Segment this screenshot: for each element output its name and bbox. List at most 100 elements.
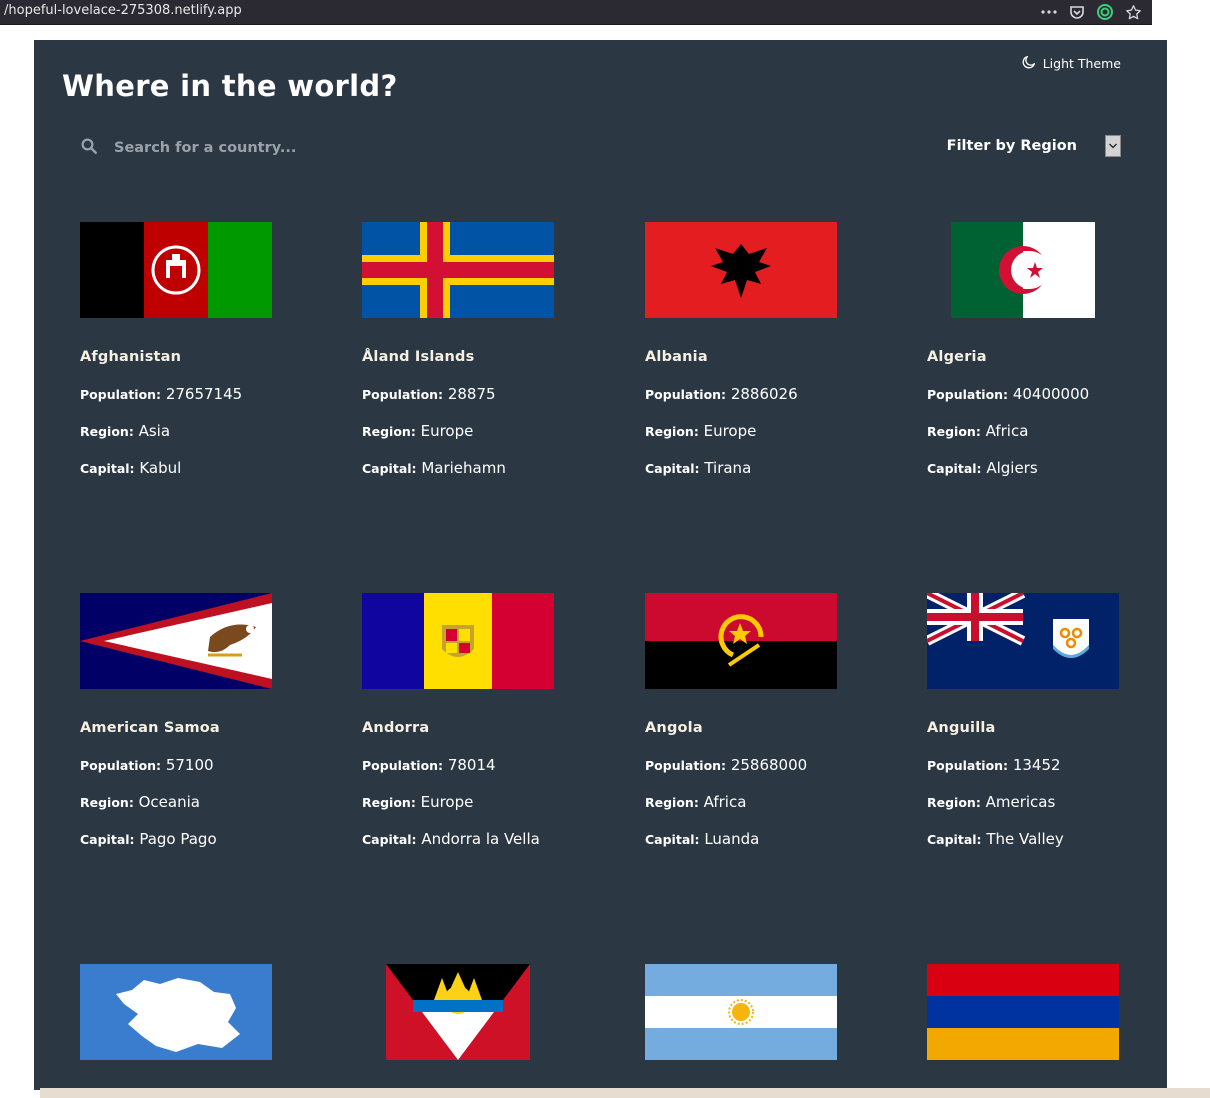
region-value: Oceania <box>138 793 200 811</box>
population-line: Population: 28875 <box>362 385 602 403</box>
country-card[interactable] <box>927 964 1167 1060</box>
country-card[interactable]: Algeria Population: 40400000 Region: Afr… <box>927 222 1167 477</box>
country-card[interactable]: Andorra Population: 78014 Region: Europe… <box>362 593 602 848</box>
population-value: 78014 <box>447 756 496 774</box>
region-value: Africa <box>985 422 1029 440</box>
population-value: 2886026 <box>730 385 798 403</box>
capital-key: Capital: <box>362 461 417 476</box>
region-value: Europe <box>703 422 757 440</box>
country-name[interactable]: Anguilla <box>927 720 1167 736</box>
region-line: Region: Europe <box>362 793 602 811</box>
capital-line: Capital: Algiers <box>927 459 1167 477</box>
capital-key: Capital: <box>645 461 700 476</box>
region-line: Region: Africa <box>927 422 1167 440</box>
population-line: Population: 2886026 <box>645 385 885 403</box>
capital-value: Luanda <box>704 830 760 848</box>
capital-key: Capital: <box>927 832 982 847</box>
population-key: Population: <box>927 387 1009 402</box>
population-value: 28875 <box>447 385 496 403</box>
algeria-flag <box>951 222 1095 318</box>
region-key: Region: <box>927 424 981 439</box>
antarctica-flag <box>80 964 272 1060</box>
capital-value: Kabul <box>139 459 182 477</box>
region-key: Region: <box>645 424 699 439</box>
capital-key: Capital: <box>362 832 417 847</box>
capital-line: Capital: Andorra la Vella <box>362 830 602 848</box>
pocket-icon[interactable] <box>1068 3 1086 21</box>
population-line: Population: 57100 <box>80 756 320 774</box>
region-value: Europe <box>420 422 474 440</box>
bookmark-star-icon[interactable] <box>1124 3 1142 21</box>
app-container: Where in the world? Light Theme Filter b… <box>34 40 1167 1090</box>
region-line: Region: Europe <box>645 422 885 440</box>
american-samoa-flag <box>80 593 272 689</box>
country-name[interactable]: Åland Islands <box>362 349 602 365</box>
population-key: Population: <box>645 758 727 773</box>
population-line: Population: 13452 <box>927 756 1167 774</box>
region-line: Region: Africa <box>645 793 885 811</box>
capital-key: Capital: <box>927 461 982 476</box>
population-value: 13452 <box>1012 756 1061 774</box>
population-line: Population: 78014 <box>362 756 602 774</box>
country-card[interactable] <box>80 964 320 1060</box>
population-key: Population: <box>80 387 162 402</box>
capital-key: Capital: <box>645 832 700 847</box>
country-name[interactable]: Andorra <box>362 720 602 736</box>
region-line: Region: Americas <box>927 793 1167 811</box>
capital-key: Capital: <box>80 832 135 847</box>
population-key: Population: <box>362 758 444 773</box>
population-value: 27657145 <box>165 385 243 403</box>
antigua-and-barbuda-flag <box>386 964 530 1060</box>
population-value: 57100 <box>165 756 214 774</box>
region-value: Americas <box>985 793 1056 811</box>
capital-value: Tirana <box>704 459 752 477</box>
country-name[interactable]: Algeria <box>927 349 1167 365</box>
region-key: Region: <box>362 795 416 810</box>
capital-line: Capital: Mariehamn <box>362 459 602 477</box>
country-name[interactable]: Afghanistan <box>80 349 320 365</box>
population-key: Population: <box>927 758 1009 773</box>
capital-value: Andorra la Vella <box>421 830 540 848</box>
region-key: Region: <box>80 795 134 810</box>
browser-toolbar: /hopeful-lovelace-275308.netlify.app <box>0 0 1152 25</box>
address-bar-url[interactable]: /hopeful-lovelace-275308.netlify.app <box>4 3 242 18</box>
country-card[interactable]: Albania Population: 2886026 Region: Euro… <box>645 222 885 477</box>
extension-icon[interactable] <box>1096 3 1114 21</box>
capital-key: Capital: <box>80 461 135 476</box>
capital-value: Algiers <box>986 459 1038 477</box>
country-card[interactable]: Afghanistan Population: 27657145 Region:… <box>80 222 320 477</box>
region-key: Region: <box>645 795 699 810</box>
population-key: Population: <box>645 387 727 402</box>
country-name[interactable]: American Samoa <box>80 720 320 736</box>
population-line: Population: 40400000 <box>927 385 1167 403</box>
capital-line: Capital: Pago Pago <box>80 830 320 848</box>
country-card[interactable] <box>362 964 602 1060</box>
albania-flag <box>645 222 837 318</box>
population-key: Population: <box>80 758 162 773</box>
more-icon[interactable] <box>1040 3 1058 21</box>
capital-value: The Valley <box>986 830 1064 848</box>
country-card[interactable]: Angola Population: 25868000 Region: Afri… <box>645 593 885 848</box>
andorra-flag <box>362 593 554 689</box>
capital-line: Capital: Tirana <box>645 459 885 477</box>
angola-flag <box>645 593 837 689</box>
population-value: 25868000 <box>730 756 808 774</box>
population-line: Population: 25868000 <box>645 756 885 774</box>
region-key: Region: <box>362 424 416 439</box>
os-taskbar <box>40 1088 1210 1098</box>
aland-flag <box>362 222 554 318</box>
capital-line: Capital: Luanda <box>645 830 885 848</box>
capital-value: Pago Pago <box>139 830 217 848</box>
region-key: Region: <box>80 424 134 439</box>
country-card[interactable]: Åland Islands Population: 28875 Region: … <box>362 222 602 477</box>
country-card[interactable]: Anguilla Population: 13452 Region: Ameri… <box>927 593 1167 848</box>
armenia-flag <box>927 964 1119 1060</box>
population-value: 40400000 <box>1012 385 1090 403</box>
country-card[interactable]: American Samoa Population: 57100 Region:… <box>80 593 320 848</box>
argentina-flag <box>645 964 837 1060</box>
country-card[interactable] <box>645 964 885 1060</box>
population-key: Population: <box>362 387 444 402</box>
country-name[interactable]: Angola <box>645 720 885 736</box>
population-line: Population: 27657145 <box>80 385 320 403</box>
country-name[interactable]: Albania <box>645 349 885 365</box>
